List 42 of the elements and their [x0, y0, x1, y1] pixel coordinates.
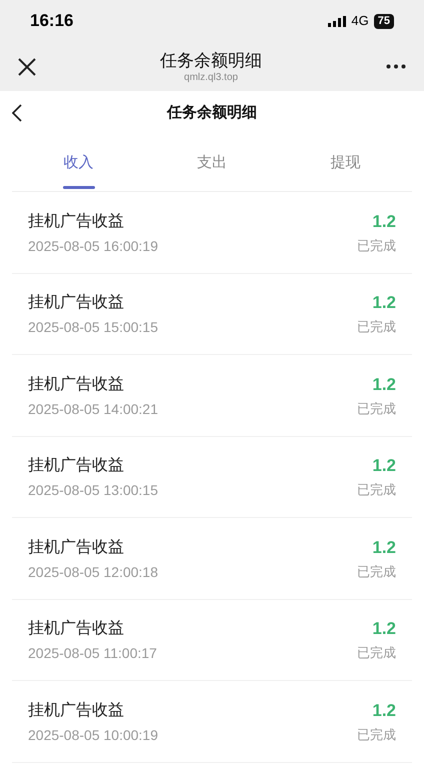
- record-amount: 1.2: [372, 538, 396, 558]
- status-time: 16:16: [30, 10, 74, 32]
- record-status: 已完成: [357, 562, 396, 581]
- browser-url: qmlz.ql3.top: [184, 72, 238, 84]
- record-amount: 1.2: [372, 700, 396, 721]
- record-status: 已完成: [357, 236, 396, 255]
- record-title: 挂机广告收益: [28, 538, 125, 558]
- record-status: 已完成: [357, 644, 396, 662]
- record-amount: 1.2: [372, 293, 396, 314]
- browser-title: 任务余额明细: [160, 50, 262, 72]
- network-label: 4G: [351, 12, 369, 30]
- record-status: 已完成: [357, 318, 396, 336]
- record-title: 挂机广告收益: [28, 212, 125, 232]
- record-time: 2025-08-05 16:00:19: [28, 236, 158, 255]
- record-status: 已完成: [357, 726, 396, 744]
- tab[interactable]: 支出: [145, 135, 279, 191]
- battery-indicator: 75: [374, 14, 394, 28]
- record-status: 已完成: [357, 481, 396, 500]
- record-amount: 1.2: [372, 456, 396, 476]
- tab[interactable]: 提现: [278, 135, 412, 191]
- tab[interactable]: 收入: [12, 135, 146, 191]
- record-status: 已完成: [357, 400, 396, 418]
- record-amount: 1.2: [372, 374, 396, 395]
- more-icon[interactable]: [386, 64, 406, 69]
- record-time: 2025-08-05 12:00:18: [28, 562, 158, 581]
- record-time: 2025-08-05 13:00:15: [28, 481, 158, 500]
- record-title: 挂机广告收益: [28, 293, 125, 314]
- tab-indicator: [62, 186, 95, 189]
- record-title: 挂机广告收益: [28, 619, 125, 640]
- record-title: 挂机广告收益: [28, 374, 125, 395]
- record-time: 2025-08-05 10:00:19: [28, 726, 158, 744]
- record-time: 2025-08-05 11:00:17: [28, 644, 157, 662]
- record-time: 2025-08-05 15:00:15: [28, 318, 158, 336]
- signal-icon: [328, 16, 346, 26]
- record-time: 2025-08-05 14:00:21: [28, 400, 158, 418]
- record-amount: 1.2: [372, 212, 396, 232]
- back-icon[interactable]: [12, 104, 22, 122]
- close-icon[interactable]: [18, 58, 36, 76]
- record-title: 挂机广告收益: [28, 456, 125, 476]
- record-title: 挂机广告收益: [28, 700, 125, 721]
- record-amount: 1.2: [372, 619, 396, 640]
- page-title: 任务余额明细: [167, 102, 257, 123]
